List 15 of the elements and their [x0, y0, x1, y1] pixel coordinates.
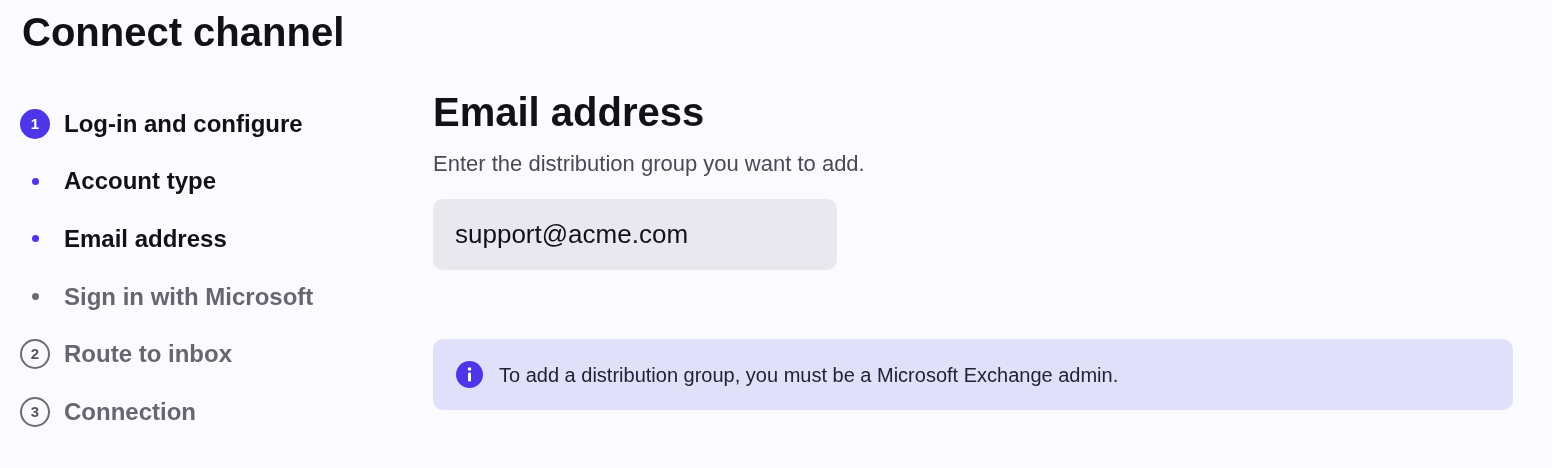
- info-icon: [456, 361, 483, 388]
- step-label[interactable]: Account type: [64, 163, 216, 200]
- page-title: Connect channel: [21, 9, 346, 56]
- step-label[interactable]: Log-in and configure: [64, 105, 303, 142]
- step-number: 3: [20, 396, 50, 427]
- email-field[interactable]: support@acme.com: [433, 199, 837, 270]
- step-label[interactable]: Route to inbox: [64, 336, 232, 373]
- step-number: 2: [20, 339, 50, 370]
- step-label[interactable]: Connection: [64, 393, 196, 430]
- notice-text: To add a distribution group, you must be a Microsoft Exchange admin.: [499, 362, 1119, 388]
- step-label[interactable]: Sign in with Microsoft: [64, 278, 314, 315]
- step-number: 1: [20, 108, 50, 139]
- step-label[interactable]: Email address: [64, 221, 227, 257]
- section-heading: Email address: [433, 89, 706, 136]
- section-description: Enter the distribution group you want to add.: [433, 150, 866, 178]
